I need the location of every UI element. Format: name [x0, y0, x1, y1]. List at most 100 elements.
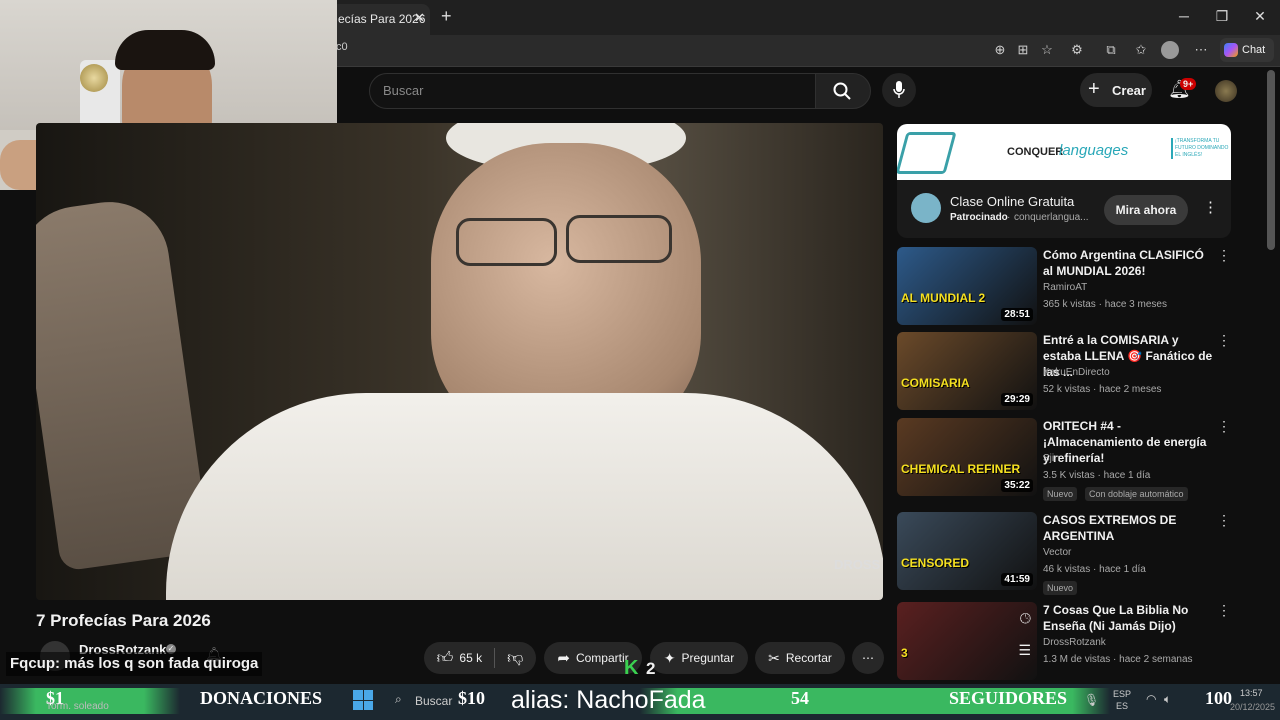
video-player[interactable]: DROSS	[36, 123, 883, 600]
recommendation-channel[interactable]: RamiroAT	[1043, 282, 1087, 293]
recommendation-item[interactable]: COMISARIA 29:29 Entré a la COMISARIA y est…	[897, 332, 1231, 412]
search-button[interactable]	[815, 73, 871, 109]
browser-tab[interactable]: ecías Para 2026 ✕	[330, 4, 430, 35]
recommendation-more-icon[interactable]: ⋮	[1217, 418, 1231, 435]
recommendation-meta: 46 k vistas · hace 1 día	[1043, 564, 1146, 575]
thumbnail-text: AL MUNDIAL 2	[901, 291, 986, 305]
split-icon[interactable]: ⧉	[1102, 41, 1120, 59]
favorite-star-icon[interactable]: ☆	[1038, 41, 1056, 59]
watch-now-button[interactable]: Mira ahora	[1104, 195, 1188, 225]
lang-code[interactable]: ESP	[1113, 689, 1131, 699]
windows-start-icon[interactable]	[353, 690, 373, 710]
apps-icon[interactable]: ⊞	[1014, 41, 1032, 59]
tab-close-icon[interactable]: ✕	[414, 10, 425, 26]
like-dislike-group: 👍︎ 65 k 👎︎	[424, 642, 536, 674]
recommendation-channel[interactable]: Vector	[1043, 547, 1071, 558]
thumbnail-text: CHEMICAL REFINER	[901, 462, 1021, 476]
duration-badge: 41:59	[1001, 573, 1033, 586]
recommendation-more-icon[interactable]: ⋮	[1217, 602, 1231, 619]
recommendation-item[interactable]: CHEMICAL REFINER 35:22 ORITECH #4 - ¡Almac…	[897, 418, 1231, 501]
clip-button[interactable]: ✂ Recortar	[755, 642, 845, 674]
video-thumbnail[interactable]: 3 🕒︎ ☰	[897, 602, 1037, 680]
copilot-chat-button[interactable]: Chat	[1220, 38, 1274, 62]
like-count: 65 k	[459, 651, 483, 665]
new-tab-icon[interactable]: +	[441, 6, 452, 27]
bed-knob	[80, 64, 108, 92]
maximize-icon[interactable]: ❐	[1212, 8, 1232, 25]
recommendation-channel[interactable]: KakuEnDirecto	[1043, 367, 1110, 378]
thumbs-up-icon: 👍︎	[436, 649, 454, 667]
favorites-icon[interactable]: ✩	[1132, 41, 1150, 59]
wifi-icon[interactable]: ◠	[1146, 692, 1156, 706]
recommendation-title[interactable]: ORITECH #4 - ¡Almacenamiento de energía …	[1043, 418, 1213, 466]
recommendation-more-icon[interactable]: ⋮	[1217, 247, 1231, 264]
thumbnail-text: 3	[901, 646, 908, 660]
chat-username: Fqcup	[10, 655, 55, 672]
taskbar-search-icon[interactable]: ⌕	[395, 692, 402, 707]
new-badge: Nuevo	[1043, 581, 1078, 595]
recommendation-title[interactable]: 7 Cosas Que La Biblia No Enseña (Ni Jamá…	[1043, 602, 1213, 634]
scissors-icon: ✂	[768, 649, 780, 666]
glasses-left	[456, 218, 557, 266]
translate-icon[interactable]: ⊕	[991, 41, 1009, 59]
recommendation-meta: 3.5 K vistas · hace 1 día	[1043, 470, 1151, 481]
add-to-queue-icon[interactable]: ☰	[1018, 642, 1031, 659]
voice-search-button[interactable]	[882, 73, 916, 107]
ad-title: Clase Online Gratuita	[950, 194, 1075, 209]
recommendation-more-icon[interactable]: ⋮	[1217, 512, 1231, 529]
sparkle-icon: ✦	[663, 649, 676, 666]
ad-domain-prefix: ·	[1007, 212, 1011, 223]
donation-amount-10: $10	[458, 688, 485, 708]
followers-count: 54	[791, 688, 809, 708]
recommendation-title[interactable]: CASOS EXTREMOS DE ARGENTINA	[1043, 512, 1213, 544]
recommendation-item[interactable]: AL MUNDIAL 2 28:51 Cómo Argentina CLASIFIC…	[897, 247, 1231, 327]
search-input[interactable]: Buscar	[369, 73, 817, 109]
video-title: 7 Profecías Para 2026	[36, 611, 211, 630]
ad-sponsored-label: Patrocinado	[950, 212, 1008, 223]
ad-banner[interactable]: CONQUER languages ¡TRANSFORMA TU FUTURO …	[897, 124, 1231, 180]
recommendation-item[interactable]: 3 🕒︎ ☰ 7 Cosas Que La Biblia No Enseña (Ni …	[897, 602, 1231, 682]
create-button[interactable]: + Crear	[1080, 73, 1152, 107]
chat-text: : más los q son fada quiroga	[55, 655, 259, 672]
taskbar-search-label[interactable]: Buscar	[415, 694, 452, 708]
page-scrollbar[interactable]	[1267, 70, 1275, 250]
clip-label: Recortar	[785, 651, 832, 665]
followers-label: SEGUIDORES	[949, 688, 1068, 708]
video-thumbnail[interactable]: COMISARIA 29:29	[897, 332, 1037, 410]
watch-later-icon[interactable]: 🕒︎	[1020, 610, 1031, 627]
chat-label: Chat	[1242, 44, 1266, 56]
like-button[interactable]: 👍︎ 65 k	[437, 649, 482, 668]
more-dots-icon: ⋯	[862, 651, 874, 665]
clock-date: 20/12/2025	[1230, 702, 1276, 712]
ad-brand-script: languages	[1059, 142, 1129, 159]
more-actions-button[interactable]: ⋯	[852, 642, 884, 674]
lang-region[interactable]: ES	[1116, 701, 1128, 711]
new-badge: Nuevo	[1043, 487, 1078, 501]
recommendation-more-icon[interactable]: ⋮	[1217, 332, 1231, 349]
address-text[interactable]: c0	[336, 41, 348, 53]
profile-icon[interactable]	[1161, 41, 1179, 59]
video-thumbnail[interactable]: AL MUNDIAL 2 28:51	[897, 247, 1037, 325]
extensions-icon[interactable]: ⚙	[1068, 41, 1086, 59]
more-menu-icon[interactable]: ⋯	[1192, 41, 1210, 59]
minimize-icon[interactable]: ─	[1174, 8, 1194, 24]
ask-button[interactable]: ✦ Preguntar	[650, 642, 748, 674]
recommendation-title[interactable]: Cómo Argentina CLASIFICÓ al MUNDIAL 2026…	[1043, 247, 1213, 279]
recommendation-item[interactable]: CENSORED 41:59 CASOS EXTREMOS DE ARGENTINA…	[897, 512, 1231, 595]
duration-badge: 28:51	[1001, 308, 1033, 321]
recommendation-channel[interactable]: DrossRotzank	[1043, 637, 1106, 648]
volume-icon[interactable]: 🔈︎	[1164, 692, 1171, 707]
recommendation-channel[interactable]: Sjin	[1043, 453, 1060, 464]
ad-more-icon[interactable]: ⋮	[1203, 198, 1218, 216]
video-thumbnail[interactable]: CHEMICAL REFINER 35:22	[897, 418, 1037, 496]
thumbs-down-icon[interactable]: 👎︎	[507, 649, 523, 668]
sponsored-ad-card[interactable]: CONQUER languages ¡TRANSFORMA TU FUTURO …	[897, 124, 1231, 238]
glasses-right	[566, 215, 672, 263]
alias-label: alias: NachoFada	[511, 686, 706, 714]
plus-icon: +	[1088, 78, 1100, 100]
close-window-icon[interactable]: ✕	[1250, 8, 1270, 25]
video-thumbnail[interactable]: CENSORED 41:59	[897, 512, 1037, 590]
user-avatar[interactable]	[1215, 80, 1237, 102]
mic-tray-icon[interactable]: 🎙︎	[1084, 693, 1099, 707]
kick-viewer-count: 2	[646, 659, 656, 678]
